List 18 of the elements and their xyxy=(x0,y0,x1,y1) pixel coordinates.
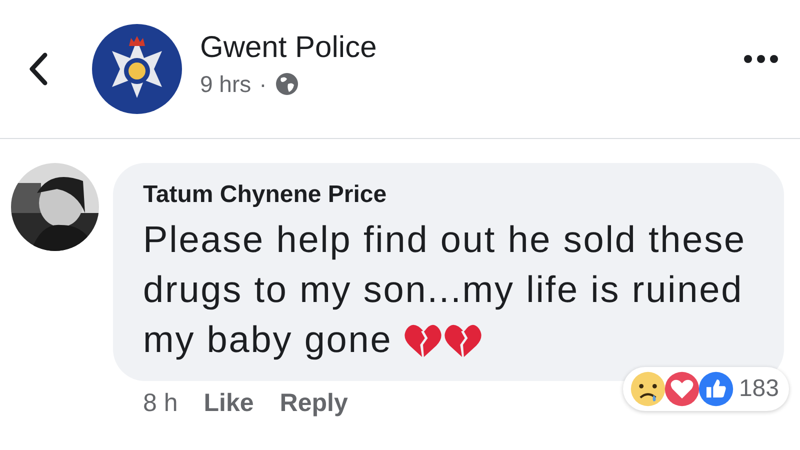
comment-time: 8 h xyxy=(143,389,178,418)
globe-icon xyxy=(274,72,299,96)
more-options-icon[interactable] xyxy=(744,55,778,63)
separator-dot: · xyxy=(259,70,267,98)
post-time: 9 hrs xyxy=(200,70,252,98)
broken-heart-icon xyxy=(444,324,482,358)
reaction-summary[interactable]: 183 xyxy=(622,367,789,411)
comment-author[interactable]: Tatum Chynene Price xyxy=(143,181,758,209)
back-icon[interactable] xyxy=(28,52,48,86)
broken-heart-icon xyxy=(404,324,442,358)
police-badge-icon[interactable] xyxy=(92,24,182,114)
reaction-count: 183 xyxy=(738,375,779,403)
comment-action-link[interactable]: Reply xyxy=(280,389,348,418)
page-name[interactable]: Gwent Police xyxy=(200,30,744,64)
thumbs-up-icon xyxy=(696,370,735,408)
sad-face-icon xyxy=(628,370,667,408)
comment-action-link[interactable]: Like xyxy=(204,389,254,418)
comment-text: Please help find out he sold these drugs to my son...my life is ruined my baby gone xyxy=(143,218,747,362)
